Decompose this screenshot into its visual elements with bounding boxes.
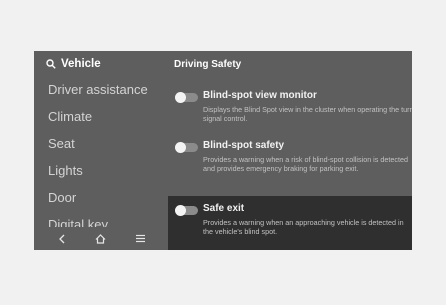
setting-description: Provides a warning when an approaching v… xyxy=(203,218,404,237)
setting-title: Blind-spot view monitor xyxy=(203,90,317,101)
sidebar-item-climate[interactable]: Climate xyxy=(48,109,92,124)
menu-button[interactable] xyxy=(130,229,150,249)
setting-title: Blind-spot safety xyxy=(203,140,285,151)
sidebar-item-lights[interactable]: Lights xyxy=(48,163,83,178)
back-icon xyxy=(58,234,65,243)
blind-spot-view-monitor-toggle[interactable] xyxy=(175,92,198,103)
search-label: Vehicle xyxy=(61,58,101,70)
sidebar-item-driver-assistance[interactable]: Driver assistance xyxy=(48,82,148,97)
sidebar-item-door[interactable]: Door xyxy=(48,190,76,205)
section-title: Driving Safety xyxy=(174,59,242,70)
menu-icon xyxy=(135,234,145,243)
home-button[interactable] xyxy=(91,229,111,249)
bottom-nav-bar xyxy=(34,227,168,250)
back-button[interactable] xyxy=(52,229,72,249)
search-icon xyxy=(46,59,56,69)
blind-spot-safety-toggle[interactable] xyxy=(175,142,198,153)
sidebar-list[interactable]: Vehicle Driver assistance Climate Seat L… xyxy=(34,51,168,227)
setting-safe-exit[interactable]: Safe exit Provides a warning when an app… xyxy=(168,196,412,250)
setting-title: Safe exit xyxy=(203,203,245,214)
setting-blind-spot-view-monitor[interactable]: Blind-spot view monitor Displays the Bli… xyxy=(168,85,412,131)
vehicle-search[interactable]: Vehicle xyxy=(46,58,101,70)
setting-description: Provides a warning when a risk of blind-… xyxy=(203,155,408,174)
sidebar-item-digital-key[interactable]: Digital key xyxy=(48,217,108,227)
setting-description: Displays the Blind Spot view in the clus… xyxy=(203,105,412,124)
sidebar-item-seat[interactable]: Seat xyxy=(48,136,75,151)
safe-exit-toggle[interactable] xyxy=(175,205,198,216)
home-icon xyxy=(96,233,106,244)
infotainment-screen: Vehicle Driver assistance Climate Seat L… xyxy=(34,51,412,250)
setting-blind-spot-safety[interactable]: Blind-spot safety Provides a warning whe… xyxy=(168,135,412,193)
sidebar: Vehicle Driver assistance Climate Seat L… xyxy=(34,51,168,250)
